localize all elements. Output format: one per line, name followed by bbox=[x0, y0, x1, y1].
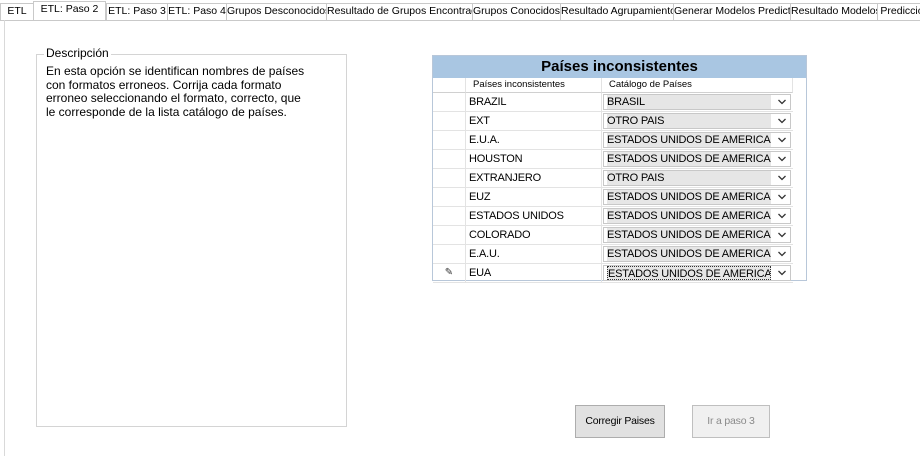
catalog-dropdown-value: ESTADOS UNIDOS DE AMERICA bbox=[607, 209, 771, 223]
tab-etl-paso-4[interactable]: ETL: Paso 4 bbox=[167, 3, 227, 20]
chevron-down-icon[interactable] bbox=[774, 209, 790, 223]
description-line: erroneo seleccionando el formato, correc… bbox=[46, 91, 301, 105]
catalog-cell: BRASIL bbox=[602, 93, 793, 112]
tab-strip: ETL ETL: Paso 2 ETL: Paso 3 ETL: Paso 4 Grup… bbox=[0, 0, 920, 21]
go-to-step-3-button[interactable]: Ir a paso 3 bbox=[692, 405, 770, 438]
description-title: Descripción bbox=[44, 46, 111, 60]
catalog-dropdown[interactable]: BRASIL bbox=[603, 94, 791, 110]
country-cell[interactable]: EUZ bbox=[466, 188, 602, 207]
catalog-dropdown-value: OTRO PAIS bbox=[607, 114, 771, 128]
chevron-down-icon[interactable] bbox=[774, 114, 790, 128]
tab-grupos-desconocidos[interactable]: Grupos Desconocidos bbox=[226, 3, 327, 20]
description-line: con formatos erroneos. Corrija cada form… bbox=[46, 77, 282, 92]
catalog-dropdown[interactable]: OTRO PAIS bbox=[603, 113, 791, 129]
catalog-cell: ESTADOS UNIDOS DE AMERICA bbox=[602, 131, 793, 150]
row-header[interactable] bbox=[433, 131, 466, 150]
chevron-down-icon[interactable] bbox=[774, 190, 790, 204]
catalog-dropdown[interactable]: ESTADOS UNIDOS DE AMERICA bbox=[603, 151, 791, 167]
fix-countries-button[interactable]: Corregir Paises bbox=[575, 405, 665, 438]
catalog-dropdown[interactable]: ESTADOS UNIDOS DE AMERICA bbox=[603, 265, 791, 281]
catalog-dropdown-value: ESTADOS UNIDOS DE AMERICA bbox=[607, 190, 771, 204]
catalog-dropdown[interactable]: ESTADOS UNIDOS DE AMERICA bbox=[603, 208, 791, 224]
chevron-down-icon[interactable] bbox=[774, 133, 790, 147]
catalog-cell: ESTADOS UNIDOS DE AMERICA bbox=[602, 150, 793, 169]
pencil-icon: ✎ bbox=[444, 267, 454, 278]
tab-etl[interactable]: ETL bbox=[0, 3, 34, 20]
catalog-dropdown-value: BRASIL bbox=[607, 95, 771, 109]
row-header[interactable] bbox=[433, 93, 466, 112]
catalog-dropdown[interactable]: ESTADOS UNIDOS DE AMERICA bbox=[603, 246, 791, 262]
country-cell[interactable]: EXTRANJERO bbox=[466, 169, 602, 188]
grid-title: Países inconsistentes bbox=[433, 56, 806, 78]
row-header[interactable] bbox=[433, 188, 466, 207]
catalog-dropdown-value: ESTADOS UNIDOS DE AMERICA bbox=[607, 247, 771, 261]
description-line: En esta opción se identifican nombres de… bbox=[46, 64, 305, 78]
tab-etl-paso-3[interactable]: ETL: Paso 3 bbox=[106, 3, 168, 20]
row-header[interactable] bbox=[433, 150, 466, 169]
chevron-down-icon[interactable] bbox=[774, 228, 790, 242]
catalog-cell: ESTADOS UNIDOS DE AMERICA bbox=[602, 245, 793, 264]
country-cell[interactable]: EXT bbox=[466, 112, 602, 131]
tab-etl-paso-2[interactable]: ETL: Paso 2 bbox=[33, 1, 106, 20]
catalog-cell: ESTADOS UNIDOS DE AMERICA bbox=[602, 264, 793, 283]
row-header[interactable] bbox=[433, 245, 466, 264]
catalog-dropdown-value: ESTADOS UNIDOS DE AMERICA bbox=[607, 266, 771, 280]
catalog-cell: OTRO PAIS bbox=[602, 112, 793, 131]
catalog-dropdown[interactable]: OTRO PAIS bbox=[603, 170, 791, 186]
country-cell[interactable]: E.A.U. bbox=[466, 245, 602, 264]
row-header[interactable] bbox=[433, 207, 466, 226]
chevron-down-icon[interactable] bbox=[774, 95, 790, 109]
tab-resultado-modelos[interactable]: Resultado Modelos bbox=[790, 3, 878, 20]
description-line: le corresponde de la lista catálogo de p… bbox=[46, 104, 287, 119]
row-header-corner bbox=[433, 78, 466, 93]
catalog-cell: ESTADOS UNIDOS DE AMERICA bbox=[602, 207, 793, 226]
inconsistent-countries-grid[interactable]: Países inconsistentes Países inconsisten… bbox=[432, 55, 807, 283]
catalog-dropdown[interactable]: ESTADOS UNIDOS DE AMERICA bbox=[603, 189, 791, 205]
tab-generar-modelos-predictores[interactable]: Generar Modelos Predictores bbox=[673, 3, 791, 20]
catalog-dropdown-value: OTRO PAIS bbox=[607, 171, 771, 185]
catalog-dropdown-value: ESTADOS UNIDOS DE AMERICA bbox=[607, 133, 771, 147]
description-text: En esta opción se identifican nombres de… bbox=[46, 64, 306, 119]
country-cell[interactable]: BRAZIL bbox=[466, 93, 602, 112]
chevron-down-icon[interactable] bbox=[774, 247, 790, 261]
row-header[interactable] bbox=[433, 226, 466, 245]
chevron-down-icon[interactable] bbox=[774, 152, 790, 166]
catalog-dropdown[interactable]: ESTADOS UNIDOS DE AMERICA bbox=[603, 132, 791, 148]
column-header-countries[interactable]: Países inconsistentes bbox=[466, 78, 602, 93]
country-cell[interactable]: COLORADO bbox=[466, 226, 602, 245]
row-header[interactable] bbox=[433, 169, 466, 188]
catalog-dropdown-value: ESTADOS UNIDOS DE AMERICA bbox=[607, 152, 771, 166]
tab-resultado-agrupamiento[interactable]: Resultado Agrupamiento bbox=[560, 3, 674, 20]
tab-grupos-conocidos[interactable]: Grupos Conocidos bbox=[472, 3, 561, 20]
country-cell[interactable]: HOUSTON bbox=[466, 150, 602, 169]
country-cell[interactable]: E.U.A. bbox=[466, 131, 602, 150]
row-header[interactable] bbox=[433, 112, 466, 131]
tab-prediccio[interactable]: Prediccio bbox=[877, 3, 920, 20]
country-cell[interactable]: ESTADOS UNIDOS bbox=[466, 207, 602, 226]
chevron-down-icon[interactable] bbox=[774, 171, 790, 185]
catalog-cell: OTRO PAIS bbox=[602, 169, 793, 188]
chevron-down-icon[interactable] bbox=[774, 266, 790, 280]
row-header[interactable]: ✎ bbox=[433, 264, 466, 283]
column-header-catalog[interactable]: Catálogo de Países bbox=[602, 78, 793, 93]
catalog-cell: ESTADOS UNIDOS DE AMERICA bbox=[602, 188, 793, 207]
catalog-dropdown-value: ESTADOS UNIDOS DE AMERICA bbox=[607, 228, 771, 242]
catalog-dropdown[interactable]: ESTADOS UNIDOS DE AMERICA bbox=[603, 227, 791, 243]
tab-resultado-de-grupos-encontrados[interactable]: Resultado de Grupos Encontrados bbox=[326, 3, 473, 20]
country-cell[interactable]: EUA bbox=[466, 264, 602, 283]
catalog-cell: ESTADOS UNIDOS DE AMERICA bbox=[602, 226, 793, 245]
